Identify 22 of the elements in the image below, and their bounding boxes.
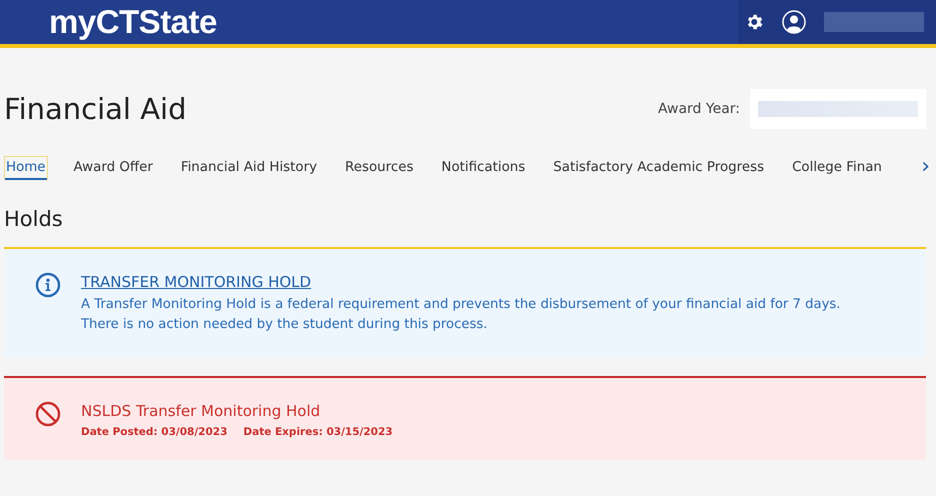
prohibited-icon bbox=[35, 401, 61, 427]
date-expires: Date Expires: 03/15/2023 bbox=[243, 426, 393, 438]
section-title: Holds bbox=[3, 206, 64, 233]
tab[interactable]: Satisfactory Academic Progress bbox=[551, 156, 766, 180]
user-name-field[interactable] bbox=[824, 12, 924, 32]
user-icon[interactable] bbox=[782, 10, 806, 34]
tab[interactable]: Financial Aid History bbox=[178, 156, 320, 180]
hold-title: NSLDS Transfer Monitoring Hold bbox=[81, 401, 322, 422]
page-title: Financial Aid bbox=[4, 92, 187, 126]
settings-icon[interactable] bbox=[746, 13, 764, 31]
tab[interactable]: Notifications bbox=[439, 156, 528, 180]
hold-title-link[interactable]: TRANSFER MONITORING HOLD bbox=[81, 273, 312, 291]
tab[interactable]: Resources bbox=[343, 156, 416, 180]
tab[interactable]: Award Offer bbox=[72, 156, 155, 180]
info-icon bbox=[35, 272, 61, 298]
next-tab-button[interactable]: › bbox=[915, 154, 936, 182]
tab[interactable]: Home bbox=[4, 156, 48, 180]
hold-description: A Transfer Monitoring Hold is a federal requirement and prevents the disbursement of your financial aid for 7 days. There is no action needed by the student during this process. bbox=[81, 296, 842, 334]
tab[interactable]: College Finan bbox=[790, 156, 884, 180]
logo[interactable]: myCTState bbox=[49, 3, 217, 41]
award-year-label: Award Year: bbox=[658, 101, 740, 117]
date-posted: Date Posted: 03/08/2023 bbox=[81, 426, 228, 438]
